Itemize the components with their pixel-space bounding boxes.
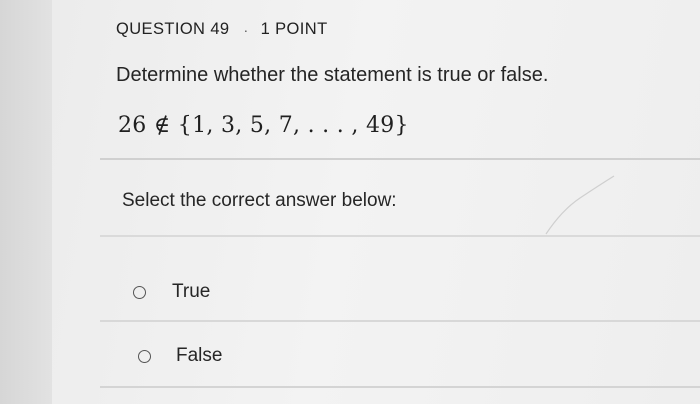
radio-button-empty-icon[interactable]	[138, 349, 151, 363]
divider-top	[100, 158, 700, 160]
header-separator: ·	[243, 21, 249, 38]
divider-lower	[100, 320, 700, 322]
divider-middle	[100, 235, 700, 237]
option-false-label[interactable]: False	[176, 345, 222, 367]
radio-button-empty-icon[interactable]	[133, 285, 146, 299]
question-number: QUESTION 49	[116, 20, 230, 38]
divider-bottom	[100, 386, 700, 388]
question-prompt: Determine whether the statement is true …	[116, 64, 549, 86]
question-points: 1 POINT	[260, 20, 328, 38]
question-header: QUESTION 49 · 1 POINT	[116, 20, 328, 39]
option-false[interactable]: False	[138, 345, 222, 367]
math-statement: 26 ∉ {1, 3, 5, 7, . . . , 49}	[118, 113, 409, 138]
option-true[interactable]: True	[133, 281, 210, 303]
option-true-label[interactable]: True	[172, 281, 210, 303]
answer-instruction: Select the correct answer below:	[122, 190, 397, 211]
page-left-margin	[0, 0, 52, 404]
